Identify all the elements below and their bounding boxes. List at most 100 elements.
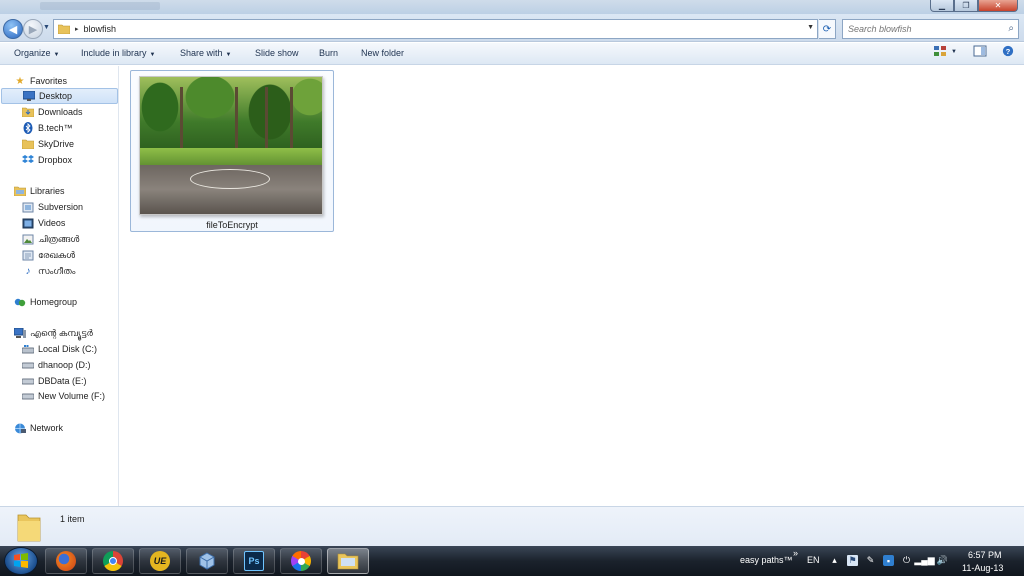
sidebar-item-dbdata-e[interactable]: DBData (E:): [22, 373, 87, 389]
change-view-icon[interactable]: [933, 45, 947, 57]
forward-button[interactable]: ▶: [23, 19, 43, 39]
help-icon[interactable]: ?: [1001, 45, 1015, 57]
sidebar-item-documents[interactable]: രേഖകൾ: [22, 247, 75, 263]
search-box[interactable]: ⌕: [842, 19, 1019, 39]
view-options-dropdown-icon[interactable]: ▼: [951, 49, 957, 55]
new-folder-button[interactable]: New folder: [361, 48, 404, 58]
preview-pane-icon[interactable]: [973, 45, 987, 57]
sidebar-favorites[interactable]: ★ Favorites: [14, 73, 68, 89]
start-button[interactable]: [4, 547, 38, 575]
refresh-button[interactable]: ⟳: [819, 19, 836, 39]
chevron-up-icon[interactable]: ▴: [829, 555, 840, 566]
close-button[interactable]: ✕: [978, 0, 1018, 12]
drive-icon: [22, 359, 34, 371]
file-item[interactable]: fileToEncrypt: [130, 70, 334, 232]
share-with-label: Share with: [180, 48, 223, 58]
taskbar-photoshop[interactable]: Ps: [233, 548, 275, 574]
folder-icon: [17, 514, 41, 542]
item-count: 1 item: [60, 514, 85, 524]
action-center-icon[interactable]: ⚑: [847, 555, 858, 566]
folder-icon: [58, 24, 70, 34]
minimize-button[interactable]: ▁: [930, 0, 954, 12]
breadcrumb-separator-icon[interactable]: ▸: [75, 25, 79, 33]
sidebar-item-local-disk-c[interactable]: Local Disk (C:): [22, 341, 97, 357]
maximize-button[interactable]: ❐: [954, 0, 978, 12]
navigation-bar: ◀ ▶ ▼ ▸ blowfish ▼ ⟳ ⌕: [0, 14, 1024, 42]
search-input[interactable]: [848, 24, 998, 34]
sidebar-item-label: dhanoop (D:): [38, 360, 91, 370]
sidebar-item-pictures[interactable]: ചിത്രങ്ങൾ: [22, 231, 79, 247]
title-bar: ▁ ❐ ✕: [0, 0, 1024, 14]
file-name: fileToEncrypt: [206, 220, 258, 230]
tray-overflow-icon[interactable]: »: [793, 548, 798, 558]
chevron-down-icon: ▼: [149, 52, 156, 58]
slide-show-button[interactable]: Slide show: [255, 48, 299, 58]
back-button[interactable]: ◀: [3, 19, 23, 39]
sidebar-item-skydrive[interactable]: SkyDrive: [22, 136, 74, 152]
details-pane: 1 item: [0, 506, 1024, 546]
computer-icon: [14, 327, 26, 339]
clock-date[interactable]: 11-Aug-13: [962, 563, 1003, 573]
clock-time[interactable]: 6:57 PM: [968, 550, 1002, 560]
tray-app-icon[interactable]: ✎: [865, 555, 876, 566]
sidebar-network-label: Network: [30, 423, 64, 433]
network-signal-icon[interactable]: ▂▄▆: [914, 555, 934, 566]
sidebar-item-label: DBData (E:): [38, 376, 87, 386]
address-dropdown-icon[interactable]: ▼: [807, 24, 814, 31]
taskbar-chrome[interactable]: [92, 548, 134, 574]
picasa-icon: [291, 551, 311, 571]
sidebar-item-label: B.tech™: [38, 123, 73, 133]
network-icon: [14, 422, 26, 434]
address-bar[interactable]: ▸ blowfish ▼: [53, 19, 818, 39]
sidebar-homegroup[interactable]: Homegroup: [14, 294, 77, 310]
taskbar-windows-explorer[interactable]: [327, 548, 369, 574]
chevron-down-icon: ▼: [53, 52, 60, 58]
sidebar-item-new-volume-f[interactable]: New Volume (F:): [22, 388, 105, 404]
homegroup-icon: [14, 296, 26, 308]
include-in-library-button[interactable]: Include in library ▼: [81, 48, 155, 58]
sidebar-item-music[interactable]: ♪ സംഗീതം: [22, 263, 76, 279]
skydrive-folder-icon: [22, 138, 34, 150]
sidebar-item-label: Local Disk (C:): [38, 344, 98, 354]
sidebar-item-desktop[interactable]: Desktop: [1, 88, 118, 104]
breadcrumb-blowfish[interactable]: blowfish: [84, 24, 117, 34]
title-bar-ghost: [40, 2, 160, 10]
tray-blue-app-icon[interactable]: ▪: [883, 555, 894, 566]
sidebar-libraries[interactable]: Libraries: [14, 183, 65, 199]
drive-icon: [22, 375, 34, 387]
recent-pages-dropdown-icon[interactable]: ▼: [43, 24, 50, 31]
sidebar-item-dhanoop-d[interactable]: dhanoop (D:): [22, 357, 91, 373]
sidebar-item-subversion[interactable]: Subversion: [22, 199, 83, 215]
sidebar-item-label: Downloads: [38, 107, 83, 117]
volume-icon[interactable]: 🔊: [937, 555, 948, 566]
language-indicator[interactable]: EN: [807, 555, 820, 565]
taskbar-ultraedit[interactable]: UE: [139, 548, 181, 574]
organize-button[interactable]: Organize ▼: [14, 48, 59, 58]
file-list: fileToEncrypt: [120, 66, 1024, 506]
sidebar-item-label: SkyDrive: [38, 139, 75, 149]
sidebar-item-videos[interactable]: Videos: [22, 215, 65, 231]
taskbar-firefox[interactable]: [45, 548, 87, 574]
star-icon: ★: [15, 75, 25, 87]
easy-paths-label[interactable]: easy paths™: [740, 555, 793, 565]
sidebar-item-dropbox[interactable]: Dropbox: [22, 152, 72, 168]
virtualbox-icon: [199, 552, 215, 570]
taskbar-virtualbox[interactable]: [186, 548, 228, 574]
desktop-icon: [23, 90, 35, 102]
burn-button[interactable]: Burn: [319, 48, 338, 58]
sidebar-computer[interactable]: എന്റെ കമ്പ്യൂട്ടർ: [14, 325, 93, 341]
share-with-button[interactable]: Share with ▼: [180, 48, 231, 58]
explorer-folder-icon: [337, 553, 359, 570]
taskbar-picasa[interactable]: [280, 548, 322, 574]
sidebar-network[interactable]: Network: [14, 420, 63, 436]
power-icon[interactable]: ⏻: [901, 555, 912, 566]
sidebar-item-label: Videos: [38, 218, 66, 228]
sidebar-libraries-label: Libraries: [30, 186, 65, 196]
sidebar-item-label: Desktop: [39, 91, 73, 101]
taskbar: UE Ps easy paths™ » EN ▴ ⚑ ✎ ▪ ⏻ ▂▄▆ 🔊 6…: [0, 546, 1024, 576]
sidebar-item-downloads[interactable]: Downloads: [22, 104, 83, 120]
drive-icon: [22, 390, 34, 402]
sidebar-item-btech[interactable]: B.tech™: [22, 120, 73, 136]
sidebar-item-label: രേഖകൾ: [38, 249, 76, 260]
search-icon[interactable]: ⌕: [1008, 23, 1014, 34]
